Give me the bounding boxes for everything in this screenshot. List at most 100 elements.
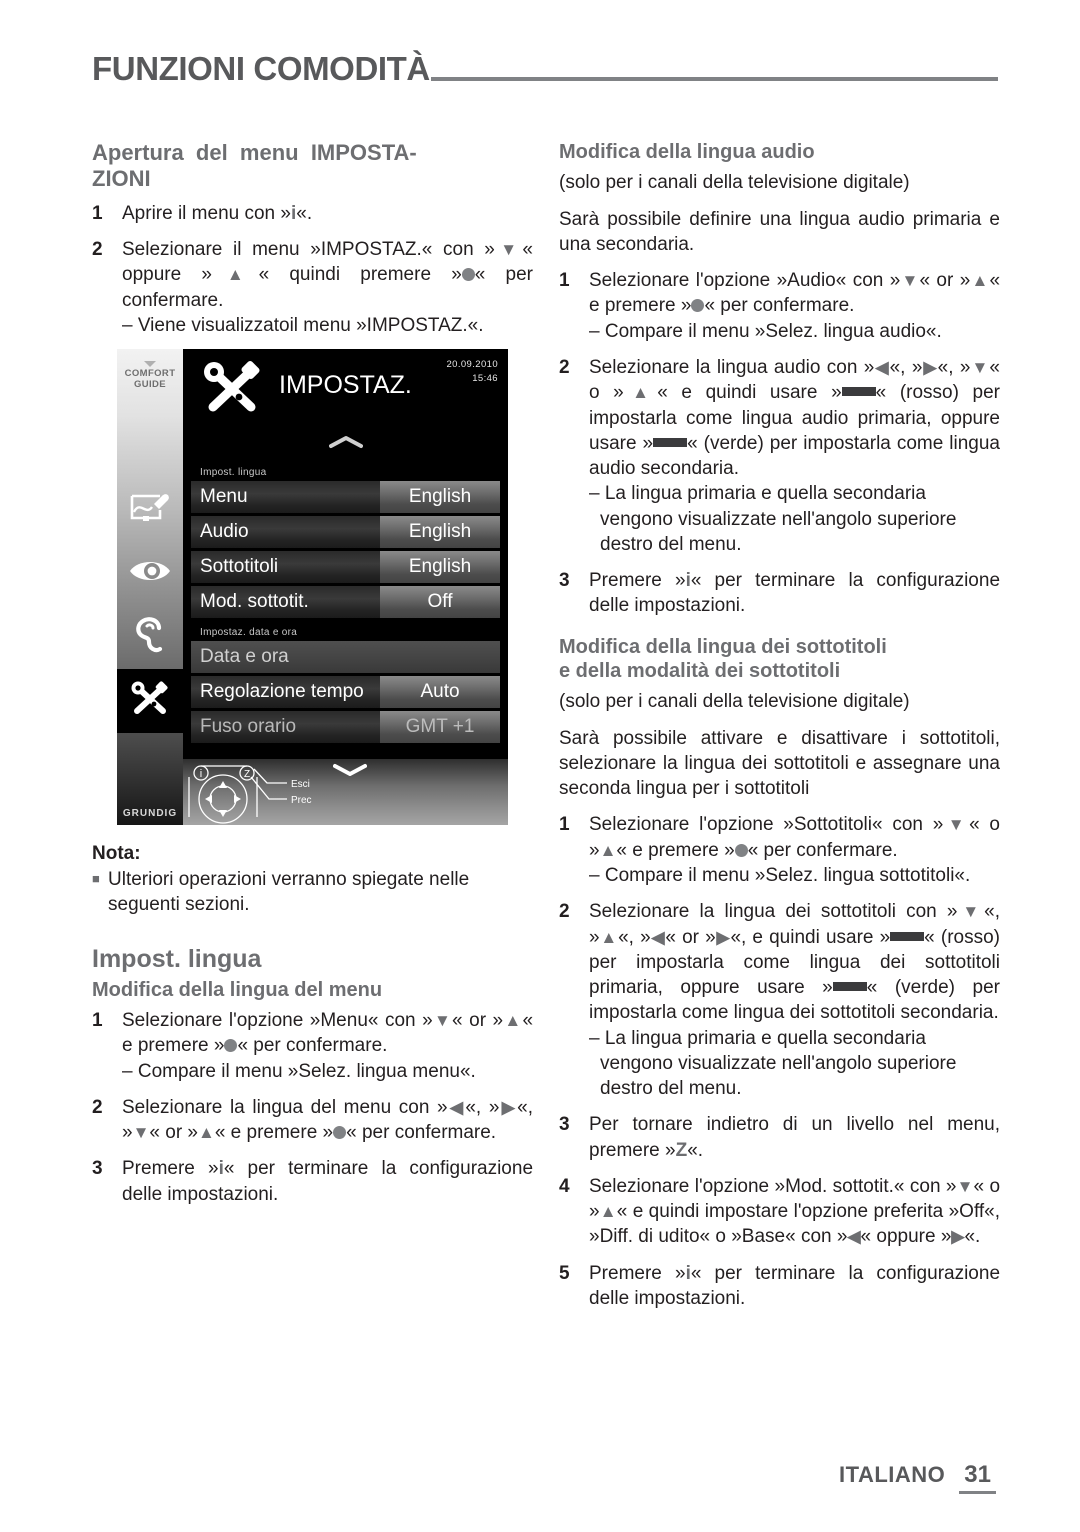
tv-date: 20.09.2010 [446,359,498,371]
step-lingua-menu-2: 2 Selezionare la lingua del menu con »◀«… [92,1095,533,1146]
step-text: Selezionare l'opzione »Menu« con »▼« or … [122,1008,533,1084]
audio-note: (solo per i canali della televisione dig… [559,172,910,194]
green-key-icon [653,437,688,447]
heading-apertura-menu-impostazioni: Apertura del menu IMPOSTA- ZIONI [92,140,417,192]
tv-menu-title: IMPOSTAZ. [279,371,412,400]
menu-row-sottotitoli[interactable]: Sottotitoli English [191,551,500,584]
row-value[interactable]: GMT +1 [380,711,500,744]
green-key-icon [832,982,867,992]
row-value[interactable]: Auto [380,676,500,709]
svg-text:i: i [200,768,202,780]
note-block: Nota: ■ Ulteriori operazioni verranno sp… [92,843,533,918]
audio-intro: Sarà possibile definire una lingua audio… [559,208,1000,255]
step-dash-note: – Compare il menu »Selez. lingua sottoti… [589,865,971,887]
hint-back: Prec [291,795,312,806]
page-footer: ITALIANO 31 [839,1461,996,1494]
menu-row-fuso-orario[interactable]: Fuso orario GMT +1 [191,711,500,744]
menu-row-mod-sottotit[interactable]: Mod. sottotit. Off [191,586,500,619]
settings-tools-icon [199,357,265,419]
row-label: Mod. sottotit. [191,586,380,619]
page-number: 31 [959,1461,996,1494]
remote-nav-diagram: i Z Esci Prec [188,765,312,824]
sidebar-item-antenna-setup[interactable] [117,477,183,541]
menu-row-regolazione-tempo[interactable]: Regolazione tempo Auto [191,676,500,709]
sub-intro: Sarà possibile attivare e disattivare i … [559,727,1000,800]
step-dash-note: – Compare il menu »Selez. lingua menu«. [122,1060,476,1082]
group-label-language: Impost. lingua [200,467,267,479]
group-label-datetime: Impostaz. data e ora [200,627,298,639]
tv-menu-rows: Impost. lingua Menu English Audio Englis… [191,467,500,746]
scroll-up-icon[interactable] [183,435,508,454]
step-dash-note: – La lingua primaria e quella secondaria… [589,1027,957,1100]
menu-row-audio[interactable]: Audio English [191,516,500,549]
row-value[interactable]: English [380,481,500,514]
step-sub-4: 4 Selezionare l'opzione »Mod. sottotit.«… [559,1174,1000,1250]
red-key-icon [890,931,925,941]
note-text: Ulteriori operazioni verranno spiegate n… [108,869,470,916]
red-key-icon [841,387,876,397]
step-text: Selezionare l'opzione »Audio« con »▼« or… [589,268,1000,344]
row-label: Data e ora [191,641,500,674]
sidebar-item-sound[interactable] [117,605,183,669]
footer-language: ITALIANO [839,1462,946,1487]
row-label: Menu [191,481,380,514]
svg-text:Z: Z [244,769,250,780]
step-number: 3 [559,570,570,592]
step-number: 1 [559,814,570,836]
hint-exit: Esci [291,779,310,790]
step-left-1: 1 Aprire il menu con »i«. [92,201,533,226]
step-text: Premere »i« per terminare la configurazi… [122,1158,534,1205]
step-text: Selezionare la lingua del menu con »◀«, … [122,1096,533,1144]
step-text: Selezionare la lingua audio con »◀«, »▶«… [589,355,1000,557]
chapter-title: FUNZIONI COMODITÀ [92,50,430,87]
step-number: 3 [559,1114,570,1136]
caret-down-icon [144,361,156,368]
tv-sidebar-icons [117,477,183,734]
note-title: Nota: [92,843,141,865]
row-value[interactable]: English [380,551,500,584]
tv-datetime: 20.09.2010 15:46 [446,358,498,386]
tv-footer-hints: i Z Esci Prec [183,759,508,826]
note-item: ■ Ulteriori operazioni verranno spiegate… [92,867,533,918]
note-bullet-icon: ■ [92,871,100,887]
right-column: Modifica della lingua audio (solo per i … [559,140,1000,1322]
row-value[interactable]: English [380,516,500,549]
grundig-logo: GRUNDIG [122,808,178,820]
menu-row-menu[interactable]: Menu English [191,481,500,514]
row-label: Sottotitoli [191,551,380,584]
step-dash-note: – La lingua primaria e quella secondaria… [589,483,957,555]
comfort-guide-label: COMFORT GUIDE [117,361,183,390]
step-number: 1 [559,270,570,292]
tv-header: IMPOSTAZ. 20.09.2010 15:46 [183,349,508,435]
left-column: Apertura del menu IMPOSTA- ZIONI 1 Aprire… [92,140,533,1322]
step-sub-2: 2 Selezionare la lingua dei sottotitoli … [559,899,1000,1101]
sidebar-item-settings[interactable] [117,669,183,734]
step-audio-2: 2 Selezionare la lingua audio con »◀«, »… [559,355,1000,557]
step-lingua-menu-1: 1 Selezionare l'opzione »Menu« con »▼« o… [92,1008,533,1084]
step-text: Aprire il menu con »i«. [122,202,313,224]
step-audio-3: 3 Premere »i« per terminare la configura… [559,568,1000,619]
step-number: 1 [92,1010,103,1032]
step-sub-5: 5 Premere »i« per terminare la configura… [559,1261,1000,1312]
step-sub-1: 1 Selezionare l'opzione »Sottotitoli« co… [559,812,1000,888]
content-columns: Apertura del menu IMPOSTA- ZIONI 1 Aprire… [92,140,1000,1322]
step-lingua-menu-3: 3 Premere »i« per terminare la configura… [92,1156,533,1207]
step-number: 2 [92,1096,103,1118]
tv-sidebar: COMFORT GUIDE GRUNDIG [117,349,183,826]
step-number: 2 [92,239,103,261]
step-number: 1 [92,202,103,224]
step-text: Premere »i« per terminare la configurazi… [589,1262,1001,1309]
step-text: Premere »i« per terminare la configurazi… [589,570,1001,617]
step-text: Per tornare indietro di un livello nel m… [589,1114,1000,1161]
step-number: 3 [92,1158,103,1180]
menu-row-data-e-ora[interactable]: Data e ora [191,641,500,674]
tools-icon [128,678,172,725]
eye-icon [128,558,172,589]
row-value[interactable]: Off [380,586,500,619]
scroll-down-icon[interactable] [333,763,367,782]
step-dash-note: – Compare il menu »Selez. lingua audio«. [589,320,942,342]
tv-time: 15:46 [472,372,498,384]
ear-icon [135,616,165,659]
sidebar-item-picture[interactable] [117,541,183,605]
step-text: Selezionare la lingua dei sottotitoli co… [589,899,1000,1101]
